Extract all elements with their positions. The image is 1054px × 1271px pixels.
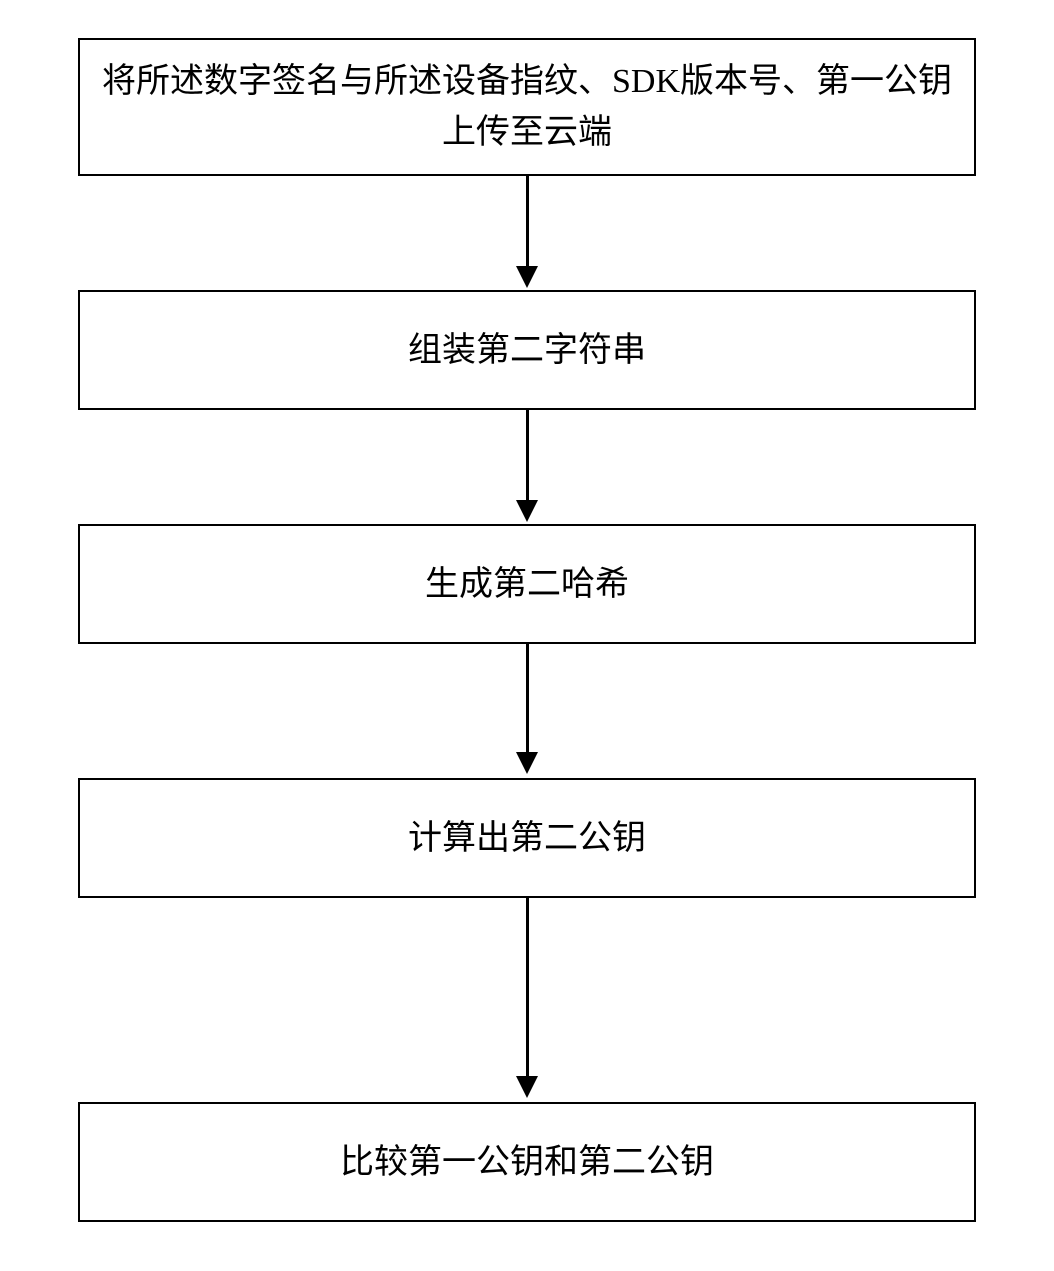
flow-step-5: 比较第一公钥和第二公钥 — [78, 1102, 976, 1222]
flow-step-4-text: 计算出第二公钥 — [408, 813, 646, 864]
flow-step-2-text: 组装第二字符串 — [408, 325, 646, 376]
flow-step-2: 组装第二字符串 — [78, 290, 976, 410]
flow-step-1: 将所述数字签名与所述设备指纹、SDK版本号、第一公钥上传至云端 — [78, 38, 976, 176]
flow-step-3: 生成第二哈希 — [78, 524, 976, 644]
flow-step-4: 计算出第二公钥 — [78, 778, 976, 898]
flowchart: 将所述数字签名与所述设备指纹、SDK版本号、第一公钥上传至云端 组装第二字符串 … — [0, 0, 1054, 1271]
flow-step-1-text: 将所述数字签名与所述设备指纹、SDK版本号、第一公钥上传至云端 — [96, 56, 958, 158]
flow-step-3-text: 生成第二哈希 — [425, 559, 629, 610]
flow-step-5-text: 比较第一公钥和第二公钥 — [340, 1137, 714, 1188]
